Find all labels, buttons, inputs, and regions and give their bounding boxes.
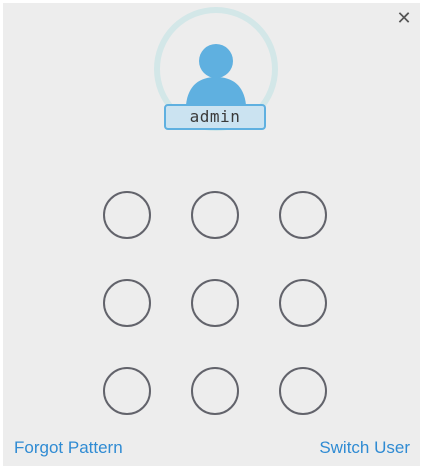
- pattern-login-dialog: ✕ admin Forgot Pattern Switch User: [3, 3, 420, 466]
- pattern-grid[interactable]: [101, 189, 333, 421]
- pattern-dot-9[interactable]: [279, 367, 327, 415]
- switch-user-link[interactable]: Switch User: [319, 438, 410, 458]
- pattern-dot-8[interactable]: [191, 367, 239, 415]
- forgot-pattern-link[interactable]: Forgot Pattern: [14, 438, 123, 458]
- pattern-dot-3[interactable]: [279, 191, 327, 239]
- username-badge[interactable]: admin: [164, 104, 266, 130]
- pattern-dot-1[interactable]: [103, 191, 151, 239]
- pattern-dot-6[interactable]: [279, 279, 327, 327]
- pattern-dot-2[interactable]: [191, 191, 239, 239]
- pattern-dot-5[interactable]: [191, 279, 239, 327]
- pattern-dot-4[interactable]: [103, 279, 151, 327]
- close-icon[interactable]: ✕: [394, 9, 414, 29]
- login-window: ✕ admin Forgot Pattern Switch User: [0, 0, 423, 469]
- pattern-dot-7[interactable]: [103, 367, 151, 415]
